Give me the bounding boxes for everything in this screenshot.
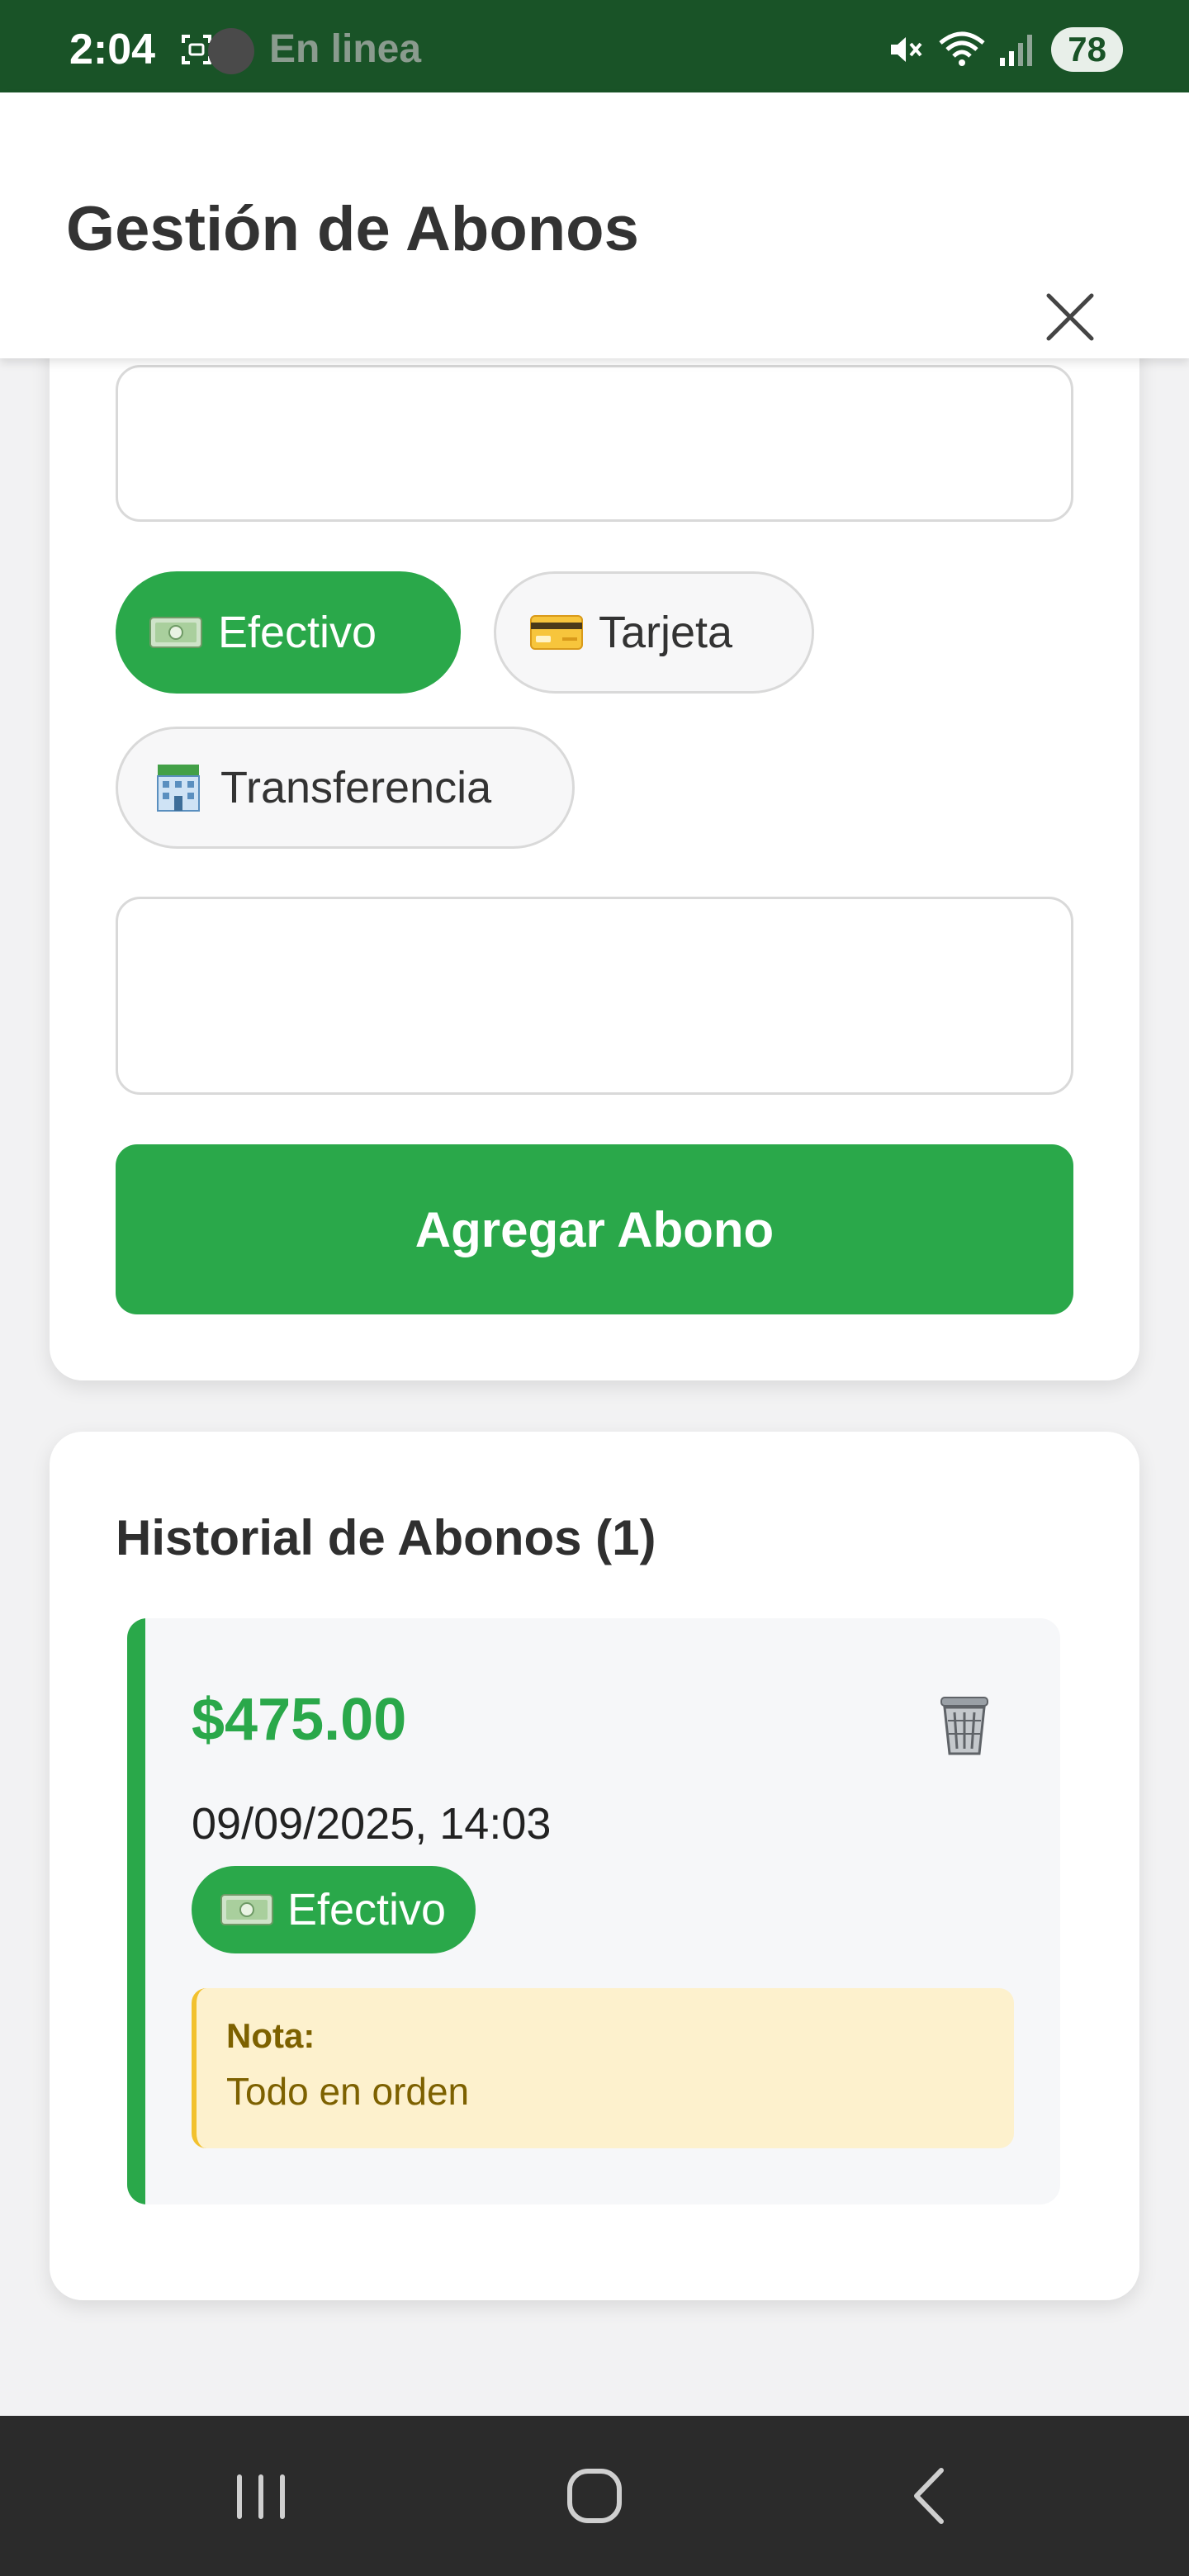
payment-method-cash-chip[interactable]: Efectivo [116,571,461,694]
page-title: Gestión de Abonos [66,194,639,264]
payment-form-card: Efectivo Tarjeta Transferencia Agregar A… [50,314,1139,1380]
entry-method-badge: Efectivo [192,1866,476,1953]
home-icon[interactable] [553,2459,636,2533]
payment-method-transfer-chip[interactable]: Transferencia [116,727,575,849]
history-title: Historial de Abonos (1) [116,1510,656,1565]
notification-dot-icon [208,28,254,74]
signal-icon [1000,35,1033,66]
status-time: 2:04 [69,26,156,73]
entry-datetime: 09/09/2025, 14:03 [192,1799,552,1849]
payment-method-card-chip[interactable]: Tarjeta [494,571,814,694]
recent-apps-icon[interactable] [220,2459,302,2533]
close-button[interactable] [1037,284,1103,350]
credit-card-icon [530,615,583,650]
system-nav-bar [0,2416,1189,2576]
entry-note-text: Todo en orden [226,2070,470,2113]
status-icons: 78 [886,26,1123,73]
entry-note-label: Nota: [226,2016,315,2055]
note-input[interactable] [116,897,1073,1095]
bank-icon [157,765,200,812]
entry-amount: $475.00 [192,1687,407,1753]
status-bar: 2:04 En linea 78 [0,0,1189,92]
wifi-icon [939,31,985,66]
entry-method-label: Efectivo [287,1885,447,1934]
entry-accent-bar [127,1618,145,2204]
battery-indicator: 78 [1051,27,1123,72]
cash-icon [220,1894,273,1925]
add-payment-button[interactable]: Agregar Abono [116,1144,1073,1314]
history-entry: $475.00 09/09/2025, 14:03 Efectivo Nota:… [127,1618,1060,2204]
cash-icon [149,617,202,648]
payment-method-label: Tarjeta [599,608,733,657]
delete-entry-button[interactable] [936,1691,992,1757]
mute-icon [891,37,922,62]
trash-icon [940,1697,988,1755]
status-online-text: En linea [269,27,422,71]
entry-note-box: Nota: Todo en orden [192,1988,1014,2148]
back-icon[interactable] [888,2459,971,2533]
close-icon [1046,293,1094,341]
amount-input[interactable] [116,365,1073,522]
payment-method-label: Efectivo [218,608,377,657]
payment-history-card: Historial de Abonos (1) $475.00 09/09/20… [50,1432,1139,2300]
app-header: Gestión de Abonos [0,92,1189,358]
payment-method-label: Transferencia [220,763,492,812]
